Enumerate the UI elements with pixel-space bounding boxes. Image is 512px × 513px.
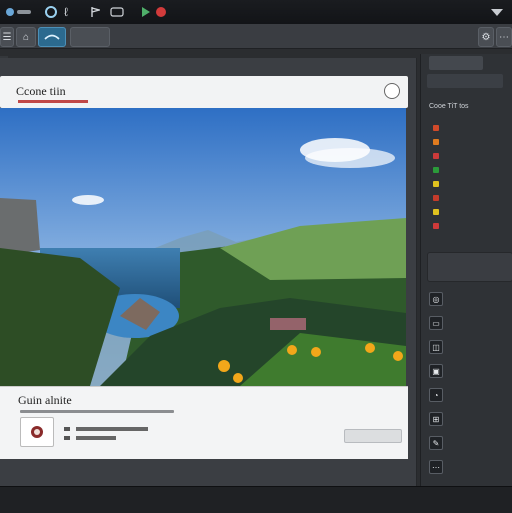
layer-color-swatch xyxy=(433,181,439,187)
details-title: Guin alnite xyxy=(18,393,72,407)
tool-icon: ✎ xyxy=(429,436,443,450)
landscape-image xyxy=(0,108,406,386)
layer-color-swatch xyxy=(433,125,439,131)
layer-color-swatch xyxy=(433,209,439,215)
app-circle-icon[interactable] xyxy=(44,4,58,20)
layer-color-swatch xyxy=(433,195,439,201)
layer-row[interactable] xyxy=(433,178,509,190)
record-icon[interactable] xyxy=(156,4,166,20)
sidebar-header xyxy=(427,74,503,88)
details-divider xyxy=(20,410,174,413)
tool-icon: ◔ xyxy=(429,388,443,402)
right-sidebar: Cooe TiT tos ◎ ▭ ◫ ▣ ◔ ⊞ ✎ ⋯ xyxy=(420,54,512,504)
more-button[interactable]: ⋯ xyxy=(496,27,512,47)
sidebar-tool-item[interactable]: ▭ xyxy=(429,314,505,332)
header-card: Ccone tiin xyxy=(0,76,408,108)
flag-icon[interactable] xyxy=(90,4,100,20)
sidebar-tool-item[interactable]: ◔ xyxy=(429,386,505,404)
layer-row[interactable] xyxy=(433,150,509,162)
sidebar-tool-item[interactable]: ⊞ xyxy=(429,410,505,428)
layer-row[interactable] xyxy=(433,206,509,218)
sidebar-section-label: Cooe TiT tos xyxy=(429,102,469,110)
page-title: Ccone tiin xyxy=(16,84,66,98)
details-card: Guin alnite xyxy=(0,386,408,459)
layer-color-swatch xyxy=(433,153,439,159)
layer-color-swatch xyxy=(433,223,439,229)
layer-row[interactable] xyxy=(433,192,509,204)
play-icon[interactable] xyxy=(140,4,152,20)
meta-line-1 xyxy=(64,426,148,434)
home-button[interactable]: ⌂ xyxy=(16,27,36,47)
layer-color-swatch xyxy=(433,139,439,145)
brand-mark: ℓ xyxy=(64,5,68,19)
tool-icon: ▣ xyxy=(429,364,443,378)
sidebar-tool-item[interactable]: ✎ xyxy=(429,434,505,452)
layer-row[interactable] xyxy=(433,136,509,148)
title-bar: ℓ xyxy=(0,0,512,25)
layer-row[interactable] xyxy=(433,164,509,176)
mode-toggle-button[interactable] xyxy=(38,27,66,47)
wifi-icon xyxy=(490,4,504,20)
profile-thumbnail[interactable] xyxy=(20,417,54,447)
tool-icon: ◎ xyxy=(429,292,443,306)
status-bar xyxy=(0,486,512,513)
settings-button[interactable]: ⚙ xyxy=(478,27,494,47)
layer-row[interactable] xyxy=(433,122,509,134)
tool-icon: ▭ xyxy=(429,316,443,330)
layer-row[interactable] xyxy=(433,220,509,232)
tool-icon: ⋯ xyxy=(429,460,443,474)
main-toolbar: ☰ ⌂ ⚙ ⋯ xyxy=(0,24,512,49)
search-input[interactable] xyxy=(70,27,110,47)
sidebar-top-tab[interactable] xyxy=(429,56,483,70)
app-logo xyxy=(4,4,32,20)
action-button[interactable] xyxy=(344,429,402,443)
sidebar-tool-item[interactable]: ◎ xyxy=(429,290,505,308)
layer-color-swatch xyxy=(433,167,439,173)
tool-icon: ◫ xyxy=(429,340,443,354)
toolbar-view-icon[interactable] xyxy=(110,4,124,20)
sidebar-tool-item[interactable]: ◫ xyxy=(429,338,505,356)
accent-underline xyxy=(18,100,88,103)
sidebar-divider-group xyxy=(427,252,512,282)
tool-icon: ⊞ xyxy=(429,412,443,426)
meta-line-2 xyxy=(64,435,116,443)
sidebar-tool-item[interactable]: ▣ xyxy=(429,362,505,380)
menu-button[interactable]: ☰ xyxy=(0,27,14,47)
close-button[interactable] xyxy=(384,83,400,99)
sidebar-tool-item[interactable]: ⋯ xyxy=(429,458,505,476)
